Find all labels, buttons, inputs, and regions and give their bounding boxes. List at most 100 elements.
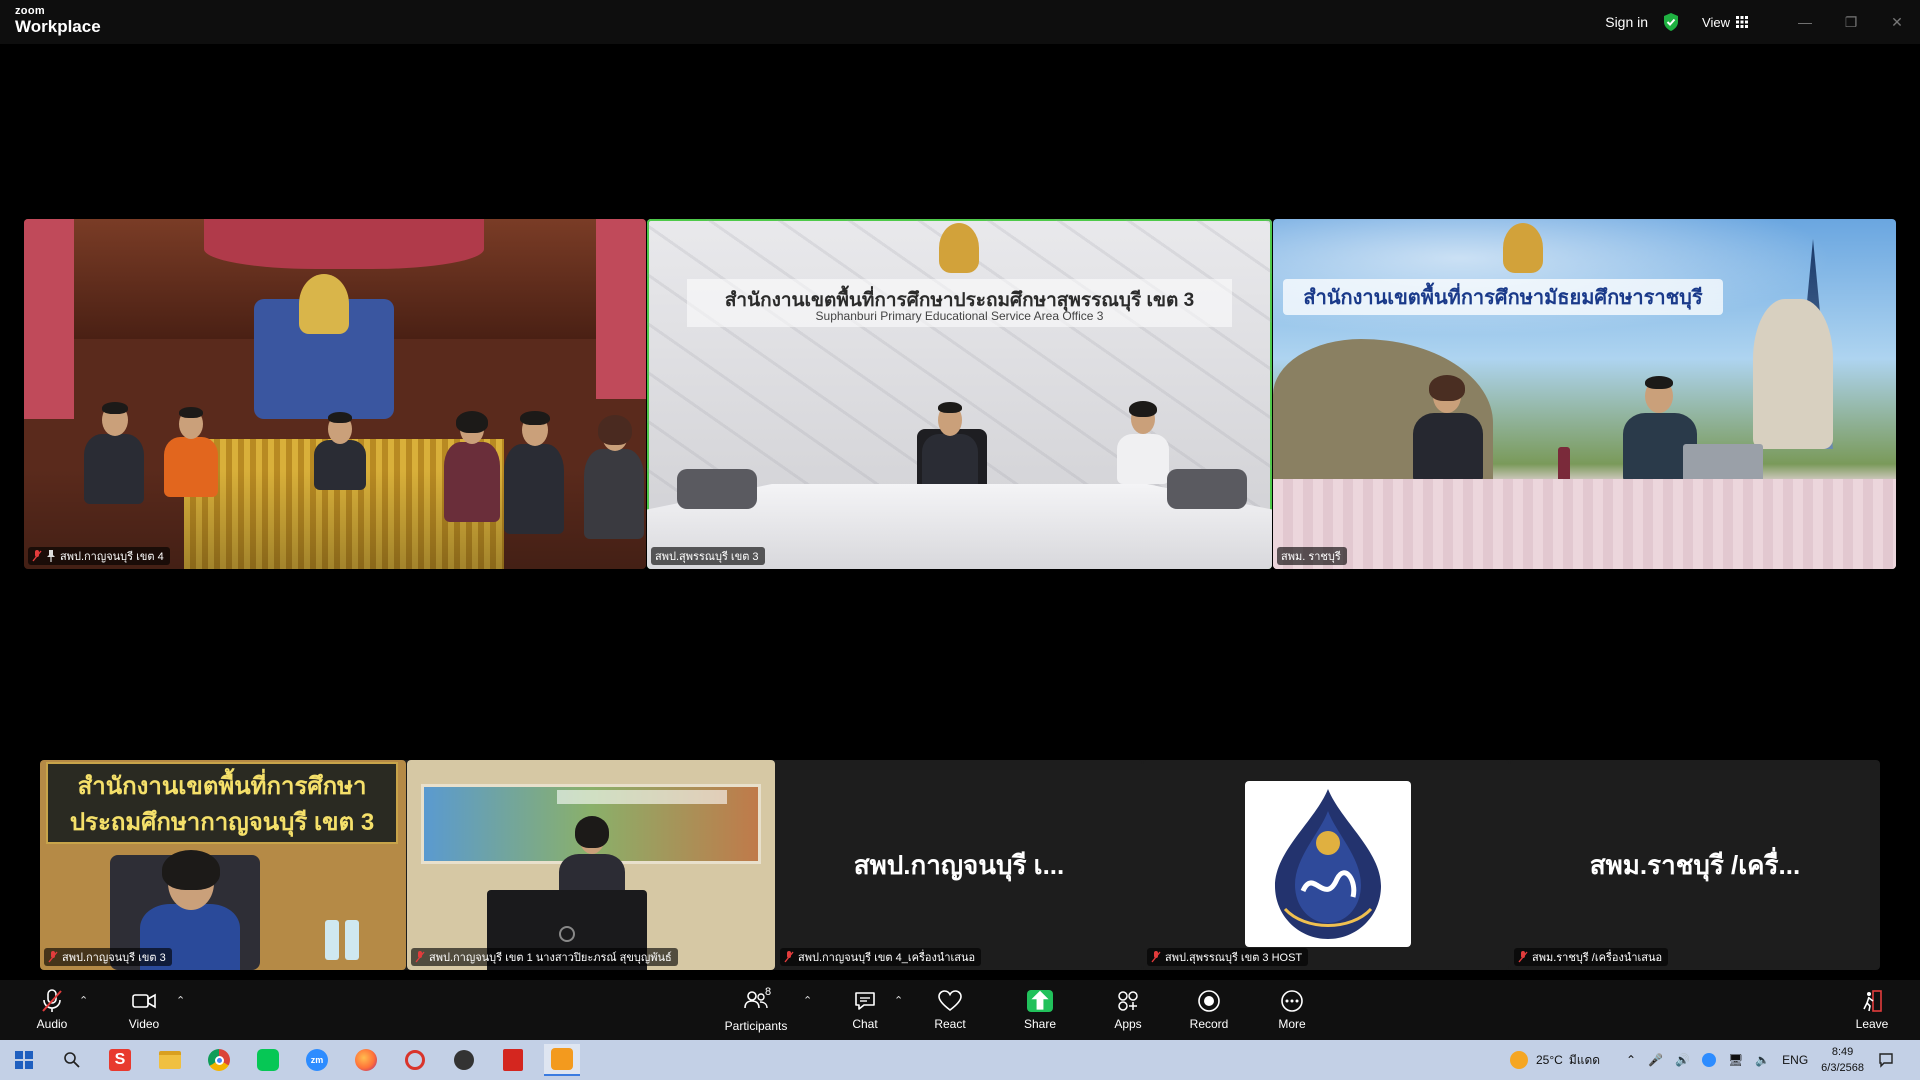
weather-text: มีแดด <box>1568 1052 1601 1067</box>
tray-chevron-icon[interactable]: ⌃ <box>1626 1053 1636 1067</box>
office-banner-text-2: ประถมศึกษากาญจนบุรี เขต 3 <box>69 809 375 836</box>
participant-name: สพป.กาญจนบุรี เขต 3 <box>62 952 166 964</box>
participants-count: 8 <box>765 985 772 998</box>
audio-label: Audio <box>36 1017 68 1031</box>
participant-name: สพป.กาญจนบุรี เขต 4_เครื่องนำเสนอ <box>798 952 976 964</box>
share-label: Share <box>1023 1016 1057 1031</box>
leave-icon <box>1863 990 1882 1012</box>
name-tile-ratchaburi-presenter[interactable]: สพม.ราชบุรี /เครื่... สพม.ราชบุรี /เครื่… <box>1510 760 1880 970</box>
office-banner-text: สำนักงานเขตพื้นที่การศึกษา <box>77 773 367 800</box>
chat-bubble-icon <box>855 992 875 1010</box>
network-icon[interactable]: 🖥 <box>1728 1053 1743 1067</box>
view-button[interactable]: View <box>1702 15 1748 30</box>
line-app-icon[interactable] <box>250 1044 286 1076</box>
video-tile-ratchaburi[interactable]: สำนักงานเขตพื้นที่การศึกษามัธยมศึกษาราชบ… <box>1273 219 1896 569</box>
brand-small: zoom <box>15 5 45 17</box>
participants-button[interactable]: 8 Participants <box>720 980 792 1040</box>
zoom-app-icon[interactable]: zm <box>299 1044 335 1076</box>
video-tile-kanchanaburi-3[interactable]: สำนักงานเขตพื้นที่การศึกษา ประถมศึกษากาญ… <box>40 760 406 970</box>
share-button[interactable]: Share <box>1020 980 1060 1040</box>
participants-label: Participants <box>724 1018 788 1033</box>
chat-label: Chat <box>852 1017 878 1031</box>
apps-icon <box>1118 991 1138 1011</box>
video-tile-kanchanaburi-4[interactable]: สพป.กาญจนบุรี เขต 4 <box>24 219 646 569</box>
speaker-red-icon[interactable]: 🔊 <box>1675 1053 1690 1067</box>
volume-icon[interactable]: 🔈 <box>1755 1053 1770 1067</box>
clock-time: 8:49 <box>1831 1046 1854 1058</box>
pdf-reader-icon[interactable] <box>495 1044 531 1076</box>
participant-nametag: สพป.สุพรรณบุรี เขต 3 <box>651 547 765 565</box>
zoom-tray-icon[interactable] <box>1701 1053 1716 1067</box>
mic-muted-icon <box>415 951 425 963</box>
more-label: More <box>1278 1017 1306 1031</box>
video-options-chevron-icon[interactable]: ⌃ <box>176 994 185 1007</box>
grid-view-icon <box>1736 16 1748 28</box>
app-dark-circle-icon[interactable] <box>446 1044 482 1076</box>
office-banner-english: Suphanburi Primary Educational Service A… <box>815 309 1104 323</box>
brand-name: Workplace <box>15 17 101 36</box>
participant-name: สพป.สุพรรณบุรี เขต 3 <box>655 551 759 563</box>
participants-options-chevron-icon[interactable]: ⌃ <box>803 994 812 1007</box>
close-icon[interactable]: ✕ <box>1874 0 1920 44</box>
notification-icon[interactable] <box>1868 1044 1904 1076</box>
language-indicator[interactable]: ENG <box>1782 1053 1808 1067</box>
participant-nametag: สพป.กาญจนบุรี เขต 1 นางสาวปิยะภรณ์ สุขบุ… <box>411 948 678 966</box>
participant-display-name: สพม.ราชบุรี /เครื่... <box>1589 849 1801 880</box>
video-button[interactable]: Video <box>122 980 166 1040</box>
participant-nametag: สพป.กาญจนบุรี เขต 3 <box>44 948 172 966</box>
participant-display-name: สพป.กาญจนบุรี เ... <box>853 849 1065 880</box>
mic-muted-icon <box>1151 951 1161 963</box>
chat-button[interactable]: Chat <box>845 980 885 1040</box>
video-feed: สำนักงานเขตพื้นที่การศึกษามัธยมศึกษาราชบ… <box>1273 219 1896 569</box>
file-explorer-icon[interactable] <box>152 1044 188 1076</box>
weather-widget[interactable]: 25°C มีแดด <box>1510 1040 1600 1080</box>
chrome-icon[interactable] <box>201 1044 237 1076</box>
app-red-circle-icon[interactable] <box>397 1044 433 1076</box>
windows-taskbar: S zm 25°C มีแดด ⌃ 🎤 🔊 🖥 🔈 ENG 8:49 6/3/2… <box>0 1040 1920 1080</box>
windows-start-icon[interactable] <box>6 1044 42 1076</box>
name-tile-kanchanaburi-4-presenter[interactable]: สพป.กาญจนบุรี เ... สพป.กาญจนบุรี เขต 4_เ… <box>776 760 1142 970</box>
zoom-logo: zoom Workplace <box>15 5 101 36</box>
react-label: React <box>934 1017 966 1031</box>
participant-name: สพป.กาญจนบุรี เขต 1 นางสาวปิยะภรณ์ สุขบุ… <box>429 952 672 964</box>
video-feed <box>24 219 646 569</box>
microphone-tray-icon[interactable]: 🎤 <box>1648 1053 1663 1067</box>
avatar-tile-suphanburi-host[interactable]: สพป.สุพรรณบุรี เขต 3 HOST <box>1143 760 1509 970</box>
react-button[interactable]: React <box>930 980 970 1040</box>
search-icon[interactable] <box>54 1044 90 1076</box>
app-s-icon[interactable]: S <box>102 1044 138 1076</box>
record-button[interactable]: Record <box>1186 980 1232 1040</box>
system-clock[interactable]: 8:49 6/3/2568 <box>1821 1044 1864 1076</box>
video-stage: สพป.กาญจนบุรี เขต 4 สำนักงานเขตพื้นที่กา… <box>0 44 1920 980</box>
more-button[interactable]: More <box>1272 980 1312 1040</box>
sun-icon <box>1510 1051 1528 1069</box>
audio-options-chevron-icon[interactable]: ⌃ <box>79 994 88 1007</box>
clock-date: 6/3/2568 <box>1821 1062 1864 1074</box>
chat-options-chevron-icon[interactable]: ⌃ <box>894 994 903 1007</box>
maximize-icon[interactable]: ❐ <box>1828 0 1874 44</box>
apps-label: Apps <box>1114 1017 1142 1031</box>
sign-in-link[interactable]: Sign in <box>1605 14 1648 30</box>
video-feed: สำนักงานเขตพื้นที่การศึกษา ประถมศึกษากาญ… <box>40 760 406 970</box>
leave-label: Leave <box>1855 1017 1889 1031</box>
minimize-icon[interactable]: — <box>1782 0 1828 44</box>
participant-name: สพม.ราชบุรี /เครื่องนำเสนอ <box>1532 952 1663 964</box>
firefox-icon[interactable] <box>348 1044 384 1076</box>
office-banner-text: สำนักงานเขตพื้นที่การศึกษามัธยมศึกษาราชบ… <box>1283 279 1723 315</box>
participant-nametag: สพม. ราชบุรี <box>1277 547 1347 565</box>
video-tile-kanchanaburi-1[interactable]: สพป.กาญจนบุรี เขต 1 นางสาวปิยะภรณ์ สุขบุ… <box>407 760 775 970</box>
record-label: Record <box>1189 1017 1229 1031</box>
mic-muted-icon <box>48 951 58 963</box>
participant-name: สพป.กาญจนบุรี เขต 4 <box>60 551 164 563</box>
video-tile-suphanburi-3[interactable]: สำนักงานเขตพื้นที่การศึกษาประถมศึกษาสุพร… <box>647 219 1272 569</box>
app-orange-icon[interactable] <box>544 1044 580 1076</box>
apps-button[interactable]: Apps <box>1108 980 1148 1040</box>
mic-muted-icon <box>784 951 794 963</box>
audio-button[interactable]: Audio <box>30 980 74 1040</box>
participant-nametag: สพป.กาญจนบุรี เขต 4_เครื่องนำเสนอ <box>780 948 982 966</box>
participant-nametag: สพป.กาญจนบุรี เขต 4 <box>28 547 170 565</box>
leave-button[interactable]: Leave <box>1852 980 1892 1040</box>
security-shield-icon[interactable] <box>1662 12 1680 32</box>
participant-nametag: สพป.สุพรรณบุรี เขต 3 HOST <box>1147 948 1309 966</box>
mic-muted-icon <box>32 550 42 562</box>
